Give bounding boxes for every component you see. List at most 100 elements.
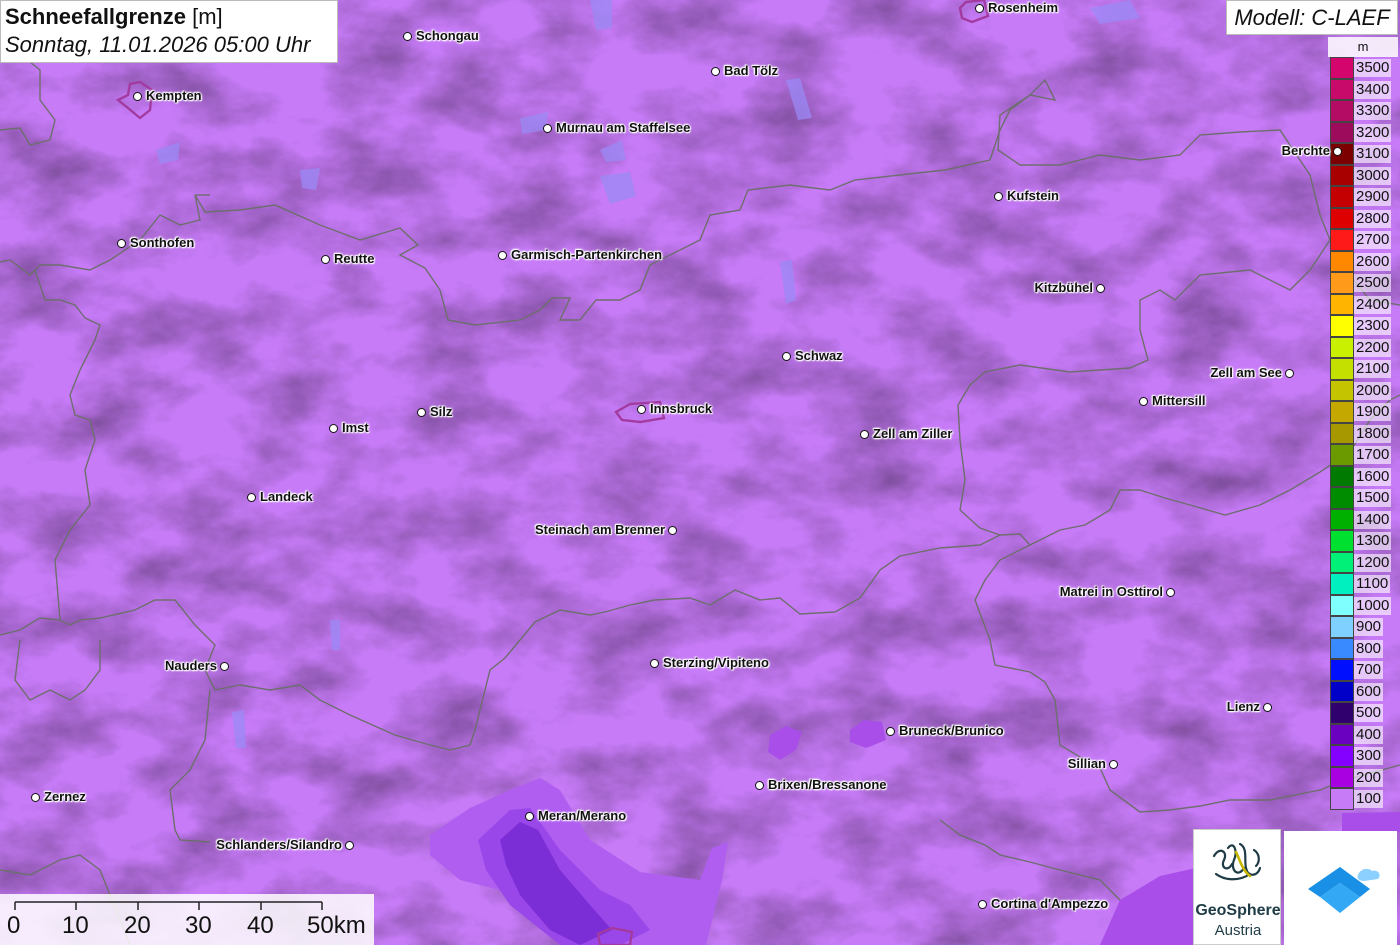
legend-swatch xyxy=(1330,78,1354,100)
city-dot-icon xyxy=(711,67,720,76)
city-label: Nauders xyxy=(164,658,217,673)
legend-value: 900 xyxy=(1354,618,1384,636)
city-label: Schwaz xyxy=(795,348,843,363)
city-dot-icon xyxy=(1333,147,1342,156)
legend-swatch xyxy=(1330,250,1354,272)
geosphere-subname: Austria xyxy=(1214,922,1262,939)
legend-swatch xyxy=(1330,745,1354,767)
city-label: Innsbruck xyxy=(650,401,713,416)
legend-item: 1900 xyxy=(1328,401,1398,423)
legend-item: 1500 xyxy=(1328,487,1398,509)
city-label: Mittersill xyxy=(1152,393,1206,408)
legend-item: 900 xyxy=(1328,616,1398,638)
legend-value: 1400 xyxy=(1354,510,1392,529)
legend-item: 2900 xyxy=(1328,186,1398,208)
city-label: Kempten xyxy=(146,88,202,103)
legend-swatch xyxy=(1330,659,1354,681)
city-label: Cortina d'Ampezzo xyxy=(991,896,1109,911)
legend-value: 1300 xyxy=(1354,532,1392,550)
legend-swatch xyxy=(1330,551,1354,573)
city-label: Murnau am Staffelsee xyxy=(556,120,691,135)
legend-swatch xyxy=(1330,272,1354,294)
legend-value: 2000 xyxy=(1354,381,1392,400)
legend-value: 500 xyxy=(1354,704,1384,722)
scale-bar: 0 10 20 30 40 50km xyxy=(0,894,374,945)
legend-value: 2400 xyxy=(1354,295,1392,314)
legend-value: 200 xyxy=(1354,768,1384,787)
legend-item: 600 xyxy=(1328,680,1398,702)
legend-value: 1900 xyxy=(1354,403,1392,421)
legend-swatch xyxy=(1330,379,1354,401)
legend-swatch xyxy=(1330,186,1354,208)
city-dot-icon xyxy=(117,239,126,248)
city-label: Silz xyxy=(430,404,453,419)
legend-swatch xyxy=(1330,164,1354,186)
legend-item: 2700 xyxy=(1328,229,1398,251)
terrain-shading xyxy=(0,0,1400,945)
city-dot-icon xyxy=(975,4,984,13)
legend-swatch xyxy=(1330,465,1354,487)
legend-item: 3400 xyxy=(1328,78,1398,100)
legend-item: 3500 xyxy=(1328,57,1398,79)
city-dot-icon xyxy=(860,430,869,439)
legend-item: 500 xyxy=(1328,702,1398,724)
legend-item: 200 xyxy=(1328,766,1398,788)
city-dot-icon xyxy=(978,900,987,909)
city-dot-icon xyxy=(133,92,142,101)
legend-item: 400 xyxy=(1328,723,1398,745)
city-dot-icon xyxy=(650,659,659,668)
legend-swatch xyxy=(1330,508,1354,530)
legend-swatch xyxy=(1330,207,1354,229)
legend-value: 1700 xyxy=(1354,446,1392,464)
legend-item: 700 xyxy=(1328,659,1398,681)
legend-item: 300 xyxy=(1328,745,1398,767)
city-label: Sillian xyxy=(1067,756,1106,771)
legend-value: 3200 xyxy=(1354,123,1392,142)
city-dot-icon xyxy=(417,408,426,417)
legend-swatch xyxy=(1330,594,1354,616)
legend-item: 1200 xyxy=(1328,551,1398,573)
city-label: Imst xyxy=(342,420,369,435)
city-label: Meran/Merano xyxy=(538,808,627,823)
legend-item: 2500 xyxy=(1328,272,1398,294)
city-dot-icon xyxy=(247,493,256,502)
model-label: Modell: C-LAEF xyxy=(1226,0,1398,35)
scale-label: 20 xyxy=(124,912,151,939)
legend-value: 3100 xyxy=(1354,145,1392,163)
legend-item: 2100 xyxy=(1328,358,1398,380)
legend-swatch xyxy=(1330,57,1354,79)
legend-value: 2200 xyxy=(1354,338,1392,357)
city-label: Zernez xyxy=(44,789,86,804)
legend-item: 1100 xyxy=(1328,573,1398,595)
map-datetime: Sonntag, 11.01.2026 05:00 Uhr xyxy=(5,32,311,57)
legend-item: 2400 xyxy=(1328,293,1398,315)
legend-value: 3400 xyxy=(1354,80,1392,99)
legend-item: 2800 xyxy=(1328,207,1398,229)
legend-value: 1000 xyxy=(1354,596,1392,615)
city-dot-icon xyxy=(321,255,330,264)
legend-value: 800 xyxy=(1354,639,1384,658)
legend-value: 600 xyxy=(1354,682,1384,701)
city-label: Garmisch-Partenkirchen xyxy=(511,247,663,262)
legend-item: 3200 xyxy=(1328,121,1398,143)
legend-item: 1400 xyxy=(1328,508,1398,530)
city-dot-icon xyxy=(1139,397,1148,406)
scale-label: 30 xyxy=(185,912,212,939)
geosphere-logo[interactable]: GeoSphere Austria xyxy=(1193,829,1281,945)
legend-item: 2200 xyxy=(1328,336,1398,358)
legend-item: 1800 xyxy=(1328,422,1398,444)
weather-app-logo[interactable] xyxy=(1284,831,1397,945)
map-view[interactable]: Schneefallgrenze [m] Sonntag, 11.01.2026… xyxy=(0,0,1400,945)
city-label: Zell am See xyxy=(1210,365,1282,380)
legend-unit: m xyxy=(1328,37,1398,57)
legend-value: 3300 xyxy=(1354,102,1392,120)
legend-value: 2100 xyxy=(1354,360,1392,378)
city-label: Reutte xyxy=(334,251,375,266)
legend-item: 1700 xyxy=(1328,444,1398,466)
legend-item: 3000 xyxy=(1328,164,1398,186)
city-dot-icon xyxy=(782,352,791,361)
legend-value: 1600 xyxy=(1354,467,1392,486)
title-box: Schneefallgrenze [m] Sonntag, 11.01.2026… xyxy=(0,0,338,63)
legend-swatch xyxy=(1330,422,1354,444)
scale-label: 10 xyxy=(62,912,89,939)
